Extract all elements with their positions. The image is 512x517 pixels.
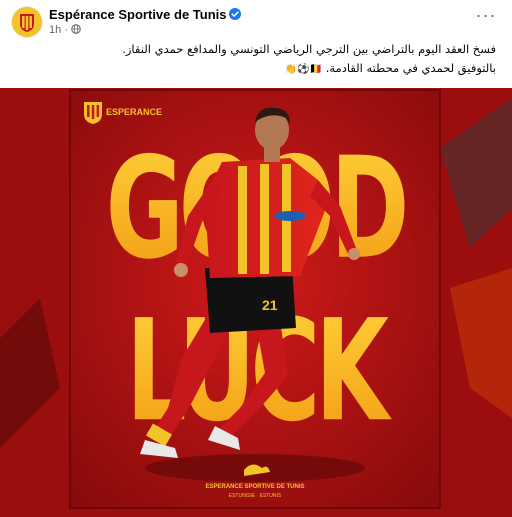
post-timestamp[interactable]: 1h	[49, 24, 61, 36]
meta-separator: ·	[64, 24, 68, 36]
post-image[interactable]: ESPERANCE GOOD LUCK 21	[0, 88, 512, 517]
club-crest-icon	[12, 7, 42, 37]
jersey-stripe	[238, 166, 247, 274]
page-name[interactable]: Espérance Sportive de Tunis	[49, 7, 242, 22]
caption-line-2: بالتوفيق لحمدي في محطته القادمة. 🇧🇪⚽👏	[12, 59, 496, 79]
jersey-number: 21	[262, 297, 278, 313]
post-header: Espérance Sportive de Tunis 1h · ···	[0, 0, 512, 42]
footer-line-1: ESPERANCE SPORTIVE DE TUNIS	[205, 484, 304, 490]
more-options-icon[interactable]: ···	[474, 6, 498, 24]
poster-club-wordmark: ESPERANCE	[106, 107, 162, 117]
caption-emojis: 🇧🇪⚽👏	[284, 64, 323, 75]
post-meta: 1h ·	[49, 24, 81, 36]
footer-line-2: ESTUNISIE · ESTUNIS	[229, 493, 282, 499]
verified-badge-icon	[229, 8, 242, 20]
jersey-sponsor	[274, 211, 306, 221]
post-caption: فسخ العقد اليوم بالتراضي بين الترجي الري…	[12, 40, 496, 79]
caption-line-1: فسخ العقد اليوم بالتراضي بين الترجي الري…	[122, 42, 496, 56]
caption-line-2-text: بالتوفيق لحمدي في محطته القادمة.	[325, 61, 496, 75]
page-name-text[interactable]: Espérance Sportive de Tunis	[49, 7, 226, 22]
good-luck-poster: ESPERANCE GOOD LUCK 21	[0, 88, 512, 517]
page-avatar[interactable]	[12, 7, 42, 37]
globe-icon	[71, 24, 81, 34]
